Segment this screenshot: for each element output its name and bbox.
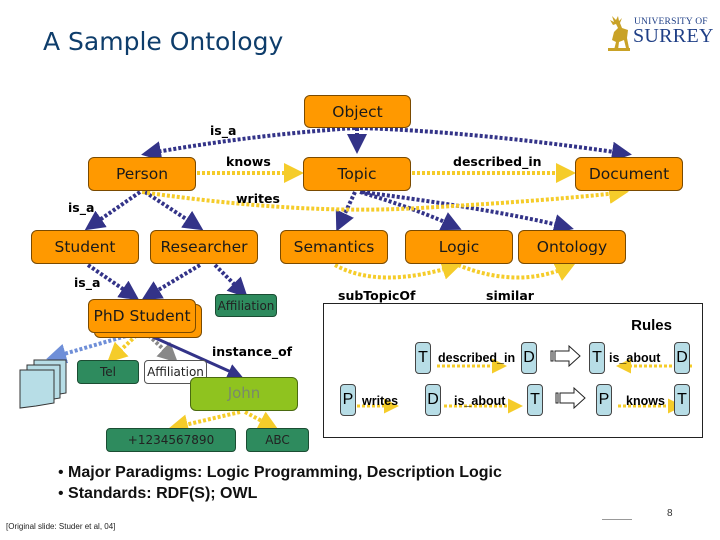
label-is-a-phd: is_a [74, 275, 101, 290]
label-subtopicof: subTopicOf [338, 288, 416, 303]
rule1-rhs-box-d: D [674, 342, 690, 374]
attribute-tel[interactable]: Tel [77, 360, 139, 384]
label-is-a-top: is_a [210, 123, 237, 138]
bullet-item: Standards: RDF(S); OWL [58, 483, 502, 504]
rule2-lhs-label-is-about: is_about [454, 394, 506, 408]
concept-topic[interactable]: Topic [303, 157, 411, 191]
label-writes: writes [236, 191, 280, 206]
label-similar: similar [486, 288, 534, 303]
edge-researcher-affiliation [213, 263, 248, 298]
edge-subtopicof [334, 260, 462, 280]
concept-object[interactable]: Object [304, 95, 411, 128]
edge-object-document [359, 126, 632, 162]
rule1-rhs-box-t: T [589, 342, 605, 374]
edge-john-phone [168, 410, 241, 435]
edge-person-student [84, 190, 142, 231]
rule1-lhs-box-d: D [521, 342, 537, 374]
label-is-a-left: is_a [68, 200, 95, 215]
ontology-edges [19, 126, 632, 435]
rule2-lhs-box-p: P [340, 384, 356, 416]
concept-ontology[interactable]: Ontology [518, 230, 626, 264]
rules-panel: Rules T described_in D T is_about D P wr… [323, 303, 703, 438]
page-number: 8 [667, 508, 673, 519]
document-stack-icon [19, 359, 67, 409]
concept-student[interactable]: Student [31, 230, 139, 264]
bullet-item: Major Paradigms: Logic Programming, Desc… [58, 462, 502, 483]
concept-person[interactable]: Person [88, 157, 196, 191]
attribute-abc[interactable]: ABC [246, 428, 309, 452]
rules-arrows [342, 344, 692, 414]
implies-arrow-1 [550, 344, 581, 368]
rule1-rhs-label: is_about [609, 351, 661, 365]
rule2-lhs-label-writes: writes [362, 394, 399, 408]
label-knows: knows [226, 154, 271, 169]
rule1-lhs-box-t: T [415, 342, 431, 374]
concept-logic[interactable]: Logic [405, 230, 513, 264]
rule2-rhs-box-t: T [674, 384, 690, 416]
concept-phd-student[interactable]: PhD Student [88, 299, 196, 333]
edge-john-abc [244, 410, 279, 430]
attribute-affiliation-top[interactable]: Affiliation [215, 294, 277, 317]
concept-researcher[interactable]: Researcher [150, 230, 258, 264]
rule1-lhs-label: described_in [438, 351, 516, 365]
concept-document[interactable]: Document [575, 157, 683, 191]
rule2-lhs-box-t: T [527, 384, 543, 416]
instance-john[interactable]: John [190, 377, 298, 411]
concept-semantics[interactable]: Semantics [280, 230, 388, 264]
label-described-in: described_in [453, 154, 542, 169]
label-instance-of: instance_of [212, 344, 293, 359]
rule2-lhs-box-d: D [425, 384, 441, 416]
rule2-rhs-label-knows: knows [626, 394, 665, 408]
attribute-phone[interactable]: +1234567890 [106, 428, 236, 452]
page-divider [602, 519, 632, 520]
rule2-rhs-box-p: P [596, 384, 612, 416]
edge-object-person [141, 126, 356, 161]
bullet-list: Major Paradigms: Logic Programming, Desc… [58, 462, 502, 504]
edge-researcher-phd [141, 263, 202, 301]
implies-arrow-2 [555, 386, 586, 410]
edge-similar [457, 262, 576, 281]
footer-citation: [Original slide: Studer et al, 04] [6, 522, 116, 531]
